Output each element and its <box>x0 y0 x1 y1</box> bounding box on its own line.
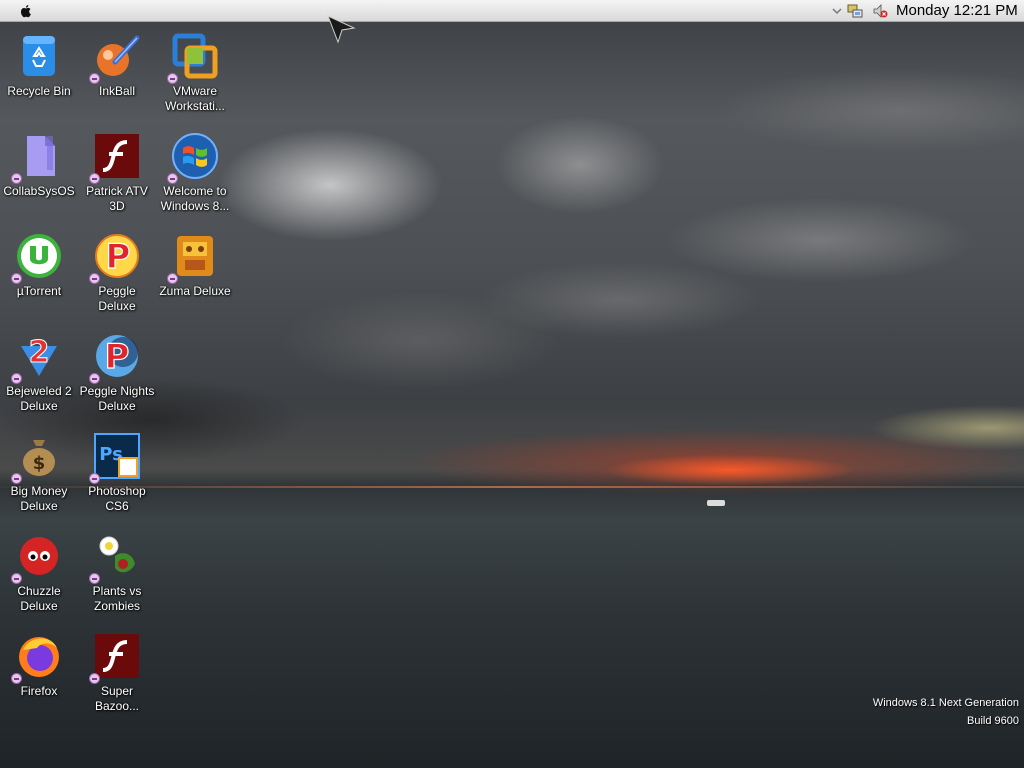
menu-bar-clock[interactable]: Monday 12:21 PM <box>896 2 1018 19</box>
desktop-icon-label: Zuma Deluxe <box>159 284 231 298</box>
recycle-bin-icon <box>15 32 63 80</box>
desktop-icon-zuma-deluxe[interactable]: Zuma Deluxe <box>156 224 234 320</box>
desktop-icon-chuzzle[interactable]: Chuzzle Deluxe <box>0 524 78 620</box>
photoshop-icon: Ps <box>89 432 141 484</box>
apple-icon[interactable] <box>18 3 34 19</box>
flash-icon <box>89 132 141 184</box>
desktop-icon-peggle-nights[interactable]: P Peggle Nights Deluxe <box>78 324 156 420</box>
desktop-icon-utorrent[interactable]: µTorrent <box>0 224 78 320</box>
shortcut-arrow-icon <box>89 473 100 484</box>
desktop-icon-plants-vs-zombies[interactable]: Plants vs Zombies <box>78 524 156 620</box>
shortcut-arrow-icon <box>11 673 22 684</box>
shortcut-arrow-icon <box>11 573 22 584</box>
desktop-icon-bejeweled-2[interactable]: 2 Bejeweled 2 Deluxe <box>0 324 78 420</box>
peggle-icon: P <box>89 232 141 284</box>
svg-text:P: P <box>105 337 130 377</box>
chevron-down-icon[interactable] <box>832 6 842 16</box>
boat <box>707 500 725 506</box>
desktop-icon-label: Big Money Deluxe <box>10 484 68 513</box>
desktop-icon-label: Bejeweled 2 Deluxe <box>6 384 72 413</box>
build-watermark: Windows 8.1 Next Generation Build 9600 <box>873 694 1019 730</box>
inkball-icon <box>89 32 141 84</box>
flash-icon <box>89 632 141 684</box>
desktop-icon-label: CollabSysOS <box>3 184 75 198</box>
desktop-icon-recycle-bin[interactable]: Recycle Bin <box>0 24 78 120</box>
plants-vs-zombies-icon <box>89 532 141 584</box>
desktop-icon-vmware[interactable]: VMware Workstati... <box>156 24 234 120</box>
desktop-icon-label: µTorrent <box>16 284 62 298</box>
desktop-icon-label: InkBall <box>98 84 136 98</box>
shortcut-arrow-icon <box>167 73 178 84</box>
desktop-icon-label: VMware Workstati... <box>165 84 225 113</box>
watermark-build: Build 9600 <box>967 715 1019 727</box>
vmware-icon <box>167 32 219 84</box>
windows-orb-icon <box>167 132 219 184</box>
shortcut-arrow-icon <box>11 473 22 484</box>
desktop-icon-label: Firefox <box>20 684 58 698</box>
desktop-icon-label: Peggle Deluxe <box>98 284 136 313</box>
svg-text:P: P <box>106 237 131 277</box>
desktop-icon-label: Patrick ATV 3D <box>86 184 148 213</box>
desktop-icon-label: Photoshop CS6 <box>88 484 146 513</box>
shortcut-arrow-icon <box>11 173 22 184</box>
desktop-icon-photoshop-cs6[interactable]: Ps Photoshop CS6 <box>78 424 156 520</box>
desktop-icon-label: Super Bazoo... <box>94 684 140 713</box>
desktop-icon-super-bazooka[interactable]: Super Bazoo... <box>78 624 156 720</box>
desktop-icon-label: Recycle Bin <box>7 84 71 98</box>
utorrent-icon <box>11 232 63 284</box>
shortcut-arrow-icon <box>89 173 100 184</box>
desktop-icon-label: Chuzzle Deluxe <box>17 584 61 613</box>
desktop-icon-big-money[interactable]: $ Big Money Deluxe <box>0 424 78 520</box>
desktop-icon-label: Plants vs Zombies <box>92 584 142 613</box>
svg-text:2: 2 <box>29 335 50 370</box>
shortcut-arrow-icon <box>11 273 22 284</box>
svg-text:$: $ <box>33 453 46 474</box>
mouse-cursor-icon <box>327 15 356 44</box>
shortcut-arrow-icon <box>89 373 100 384</box>
desktop-icon-label: Welcome to Windows 8... <box>160 184 230 213</box>
firefox-icon <box>11 632 63 684</box>
peggle-nights-icon: P <box>89 332 141 384</box>
shortcut-arrow-icon <box>89 73 100 84</box>
desktop-icon-inkball[interactable]: InkBall <box>78 24 156 120</box>
desktop-icon-patrick-atv-3d[interactable]: Patrick ATV 3D <box>78 124 156 220</box>
desktop-icon-firefox[interactable]: Firefox <box>0 624 78 720</box>
money-bag-icon: $ <box>11 432 63 484</box>
menu-bar: Monday 12:21 PM <box>0 0 1024 22</box>
shortcut-arrow-icon <box>167 173 178 184</box>
zuma-icon <box>167 232 219 284</box>
folder-icon <box>11 132 63 184</box>
network-icon[interactable] <box>847 3 863 19</box>
shortcut-arrow-icon <box>89 273 100 284</box>
shortcut-arrow-icon <box>11 373 22 384</box>
desktop-icon-collabsysos[interactable]: CollabSysOS <box>0 124 78 220</box>
volume-muted-icon[interactable] <box>872 3 888 19</box>
desktop-icon-peggle-deluxe[interactable]: P Peggle Deluxe <box>78 224 156 320</box>
shortcut-arrow-icon <box>89 673 100 684</box>
bejeweled-icon: 2 <box>11 332 63 384</box>
desktop-icon-welcome-windows[interactable]: Welcome to Windows 8... <box>156 124 234 220</box>
watermark-edition: Windows 8.1 Next Generation <box>872 697 1019 709</box>
chuzzle-icon <box>11 532 63 584</box>
shortcut-arrow-icon <box>89 573 100 584</box>
shortcut-arrow-icon <box>167 273 178 284</box>
desktop-icon-label: Peggle Nights Deluxe <box>79 384 155 413</box>
